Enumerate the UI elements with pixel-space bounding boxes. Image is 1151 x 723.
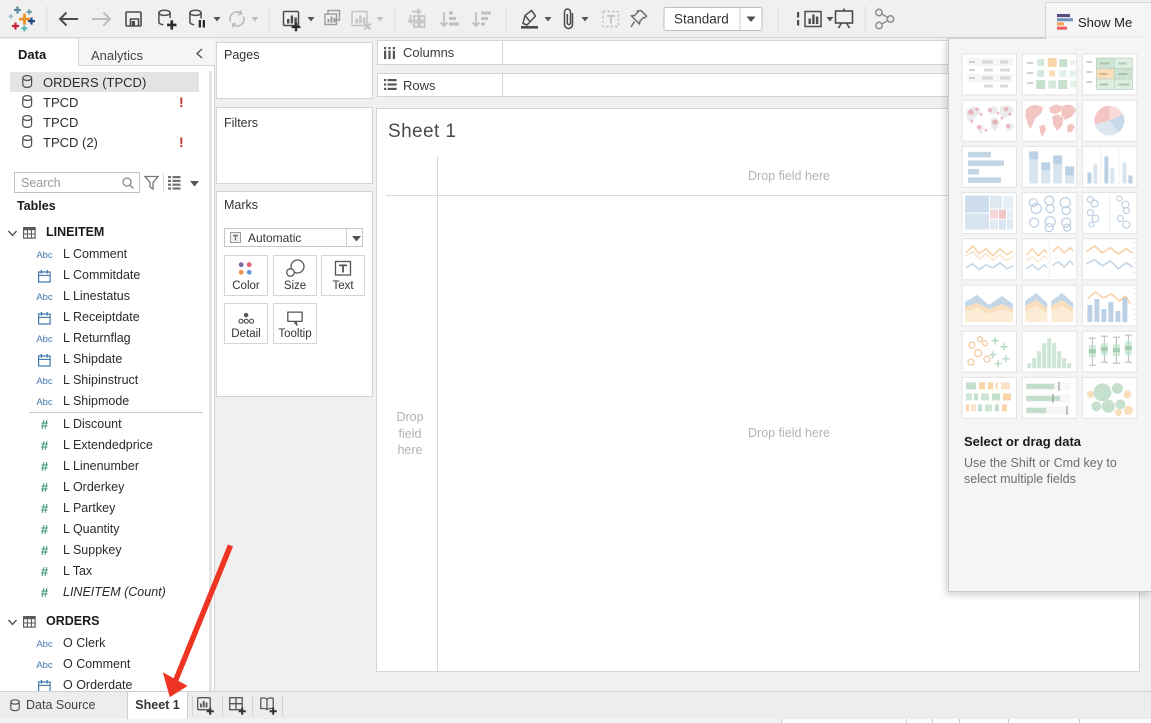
svg-text:Standard: Standard — [674, 12, 729, 27]
